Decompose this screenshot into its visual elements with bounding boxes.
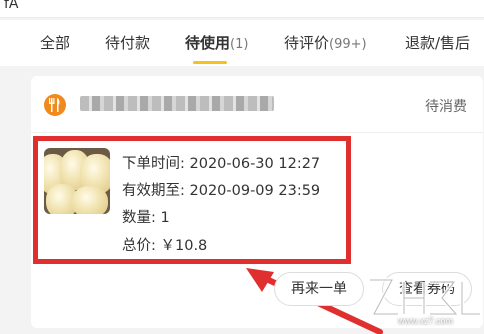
tab-label: 待评价 [284,34,330,52]
order-status: 待消费 [425,99,467,115]
tab-pending-review[interactable]: 待评价(99+) [284,32,367,53]
card-divider [31,132,483,133]
highlight-box [33,136,351,264]
header-fragment-text: fA [4,0,19,12]
shop-name-blurred[interactable] [80,96,274,111]
tab-pending-use[interactable]: 待使用(1) [185,32,248,53]
shop-icon [44,94,66,116]
top-status-strip: fA [0,0,484,18]
order-tab-bar: 全部 待付款 待使用(1) 待评价(99+) 退款/售后 [0,20,484,66]
reorder-button[interactable]: 再来一单 [274,272,364,306]
tab-refund-after-sales[interactable]: 退款/售后 [405,32,470,53]
tab-label: 待使用 [185,34,231,52]
view-coupon-button[interactable]: 查看券码 [382,272,472,306]
tab-count: (99+) [329,37,367,52]
tab-pending-payment[interactable]: 待付款 [105,32,150,53]
active-tab-indicator [193,61,227,64]
fork-knife-icon [49,98,60,112]
tab-count: (1) [230,37,249,52]
tab-all[interactable]: 全部 [40,32,70,53]
